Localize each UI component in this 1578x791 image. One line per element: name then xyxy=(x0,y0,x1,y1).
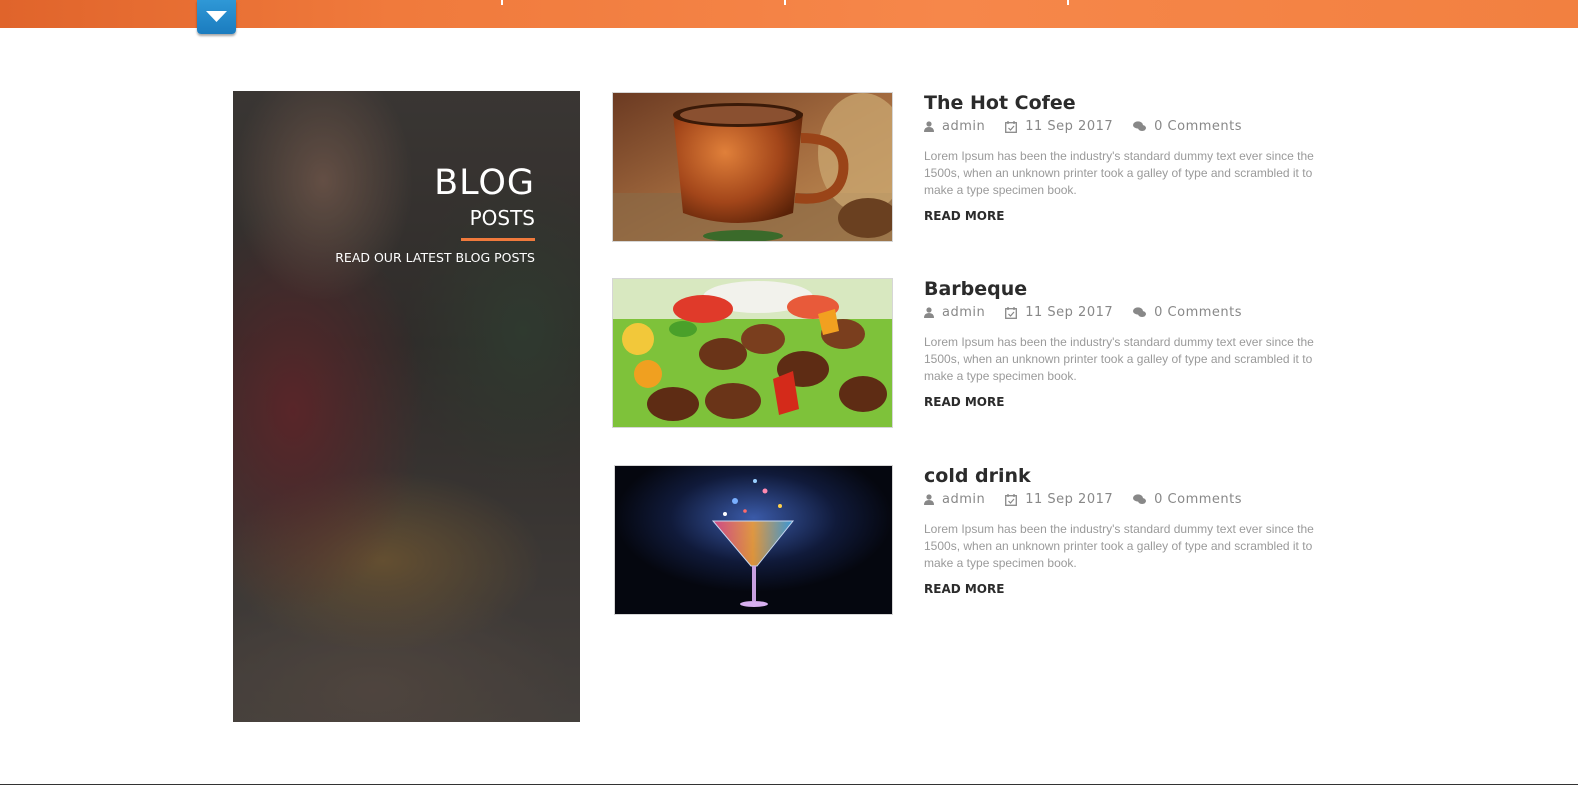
hero-tagline: READ OUR LATEST BLOG POSTS xyxy=(335,250,535,265)
calendar-icon xyxy=(1005,306,1018,319)
post-title[interactable]: cold drink xyxy=(924,465,1344,487)
chevron-down-icon xyxy=(206,11,227,22)
hero-text: BLOG POSTS READ OUR LATEST BLOG POSTS xyxy=(335,163,535,265)
hero-subtitle: POSTS xyxy=(469,206,535,230)
menu-toggle-button[interactable] xyxy=(197,0,236,34)
calendar-icon xyxy=(1005,493,1018,506)
top-nav-bar xyxy=(0,0,1578,28)
post-author: admin xyxy=(924,119,985,134)
post-author-name[interactable]: admin xyxy=(942,119,985,134)
post-thumbnail[interactable] xyxy=(614,465,893,615)
post-comments-count[interactable]: 0 Comments xyxy=(1154,492,1242,507)
post-comments: 0 Comments xyxy=(1133,305,1242,320)
blog-post: cold drink admin 11 Sep 2017 0 Comments … xyxy=(612,465,1352,615)
read-more-link[interactable]: READ MORE xyxy=(924,209,1004,223)
barbeque-image xyxy=(613,279,892,427)
post-meta: admin 11 Sep 2017 0 Comments xyxy=(924,119,1344,134)
post-content: Barbeque admin 11 Sep 2017 0 Comments Lo… xyxy=(924,278,1344,411)
cocktail-image xyxy=(615,466,892,614)
user-icon xyxy=(924,121,934,132)
post-date: 11 Sep 2017 xyxy=(1005,305,1113,320)
blog-hero-image: BLOG POSTS READ OUR LATEST BLOG POSTS xyxy=(233,91,580,722)
post-meta: admin 11 Sep 2017 0 Comments xyxy=(924,492,1344,507)
hero-title: BLOG xyxy=(434,163,535,203)
post-author-name[interactable]: admin xyxy=(942,492,985,507)
post-title[interactable]: The Hot Cofee xyxy=(924,92,1344,114)
nav-separator xyxy=(784,0,786,5)
post-comments: 0 Comments xyxy=(1133,492,1242,507)
post-date-text: 11 Sep 2017 xyxy=(1025,305,1114,320)
post-comments-count[interactable]: 0 Comments xyxy=(1154,119,1242,134)
post-date: 11 Sep 2017 xyxy=(1005,492,1113,507)
post-date-text: 11 Sep 2017 xyxy=(1025,492,1114,507)
post-thumbnail[interactable] xyxy=(612,92,893,242)
post-author: admin xyxy=(924,305,985,320)
comments-icon xyxy=(1133,494,1147,504)
post-comments-count[interactable]: 0 Comments xyxy=(1154,305,1242,320)
read-more-link[interactable]: READ MORE xyxy=(924,395,1004,409)
post-title[interactable]: Barbeque xyxy=(924,278,1344,300)
post-author-name[interactable]: admin xyxy=(942,305,985,320)
user-icon xyxy=(924,494,934,505)
coffee-cup-image xyxy=(613,93,892,241)
post-excerpt: Lorem Ipsum has been the industry's stan… xyxy=(924,149,1314,197)
nav-separator xyxy=(1067,0,1069,5)
page: BLOG POSTS READ OUR LATEST BLOG POSTS Th… xyxy=(0,0,1578,791)
blog-post: Barbeque admin 11 Sep 2017 0 Comments Lo… xyxy=(612,278,1352,428)
hero-divider xyxy=(461,238,535,241)
comments-icon xyxy=(1133,121,1147,131)
post-meta: admin 11 Sep 2017 0 Comments xyxy=(924,305,1344,320)
calendar-icon xyxy=(1005,120,1018,133)
post-comments: 0 Comments xyxy=(1133,119,1242,134)
blog-post: The Hot Cofee admin 11 Sep 2017 0 Commen… xyxy=(612,92,1352,242)
post-date-text: 11 Sep 2017 xyxy=(1025,119,1114,134)
nav-separator xyxy=(501,0,503,5)
post-excerpt: Lorem Ipsum has been the industry's stan… xyxy=(924,335,1314,383)
post-content: cold drink admin 11 Sep 2017 0 Comments … xyxy=(924,465,1344,598)
read-more-link[interactable]: READ MORE xyxy=(924,582,1004,596)
post-thumbnail[interactable] xyxy=(612,278,893,428)
user-icon xyxy=(924,307,934,318)
footer-divider xyxy=(0,784,1578,785)
comments-icon xyxy=(1133,307,1147,317)
post-content: The Hot Cofee admin 11 Sep 2017 0 Commen… xyxy=(924,92,1344,225)
post-date: 11 Sep 2017 xyxy=(1005,119,1113,134)
post-author: admin xyxy=(924,492,985,507)
post-excerpt: Lorem Ipsum has been the industry's stan… xyxy=(924,522,1314,570)
